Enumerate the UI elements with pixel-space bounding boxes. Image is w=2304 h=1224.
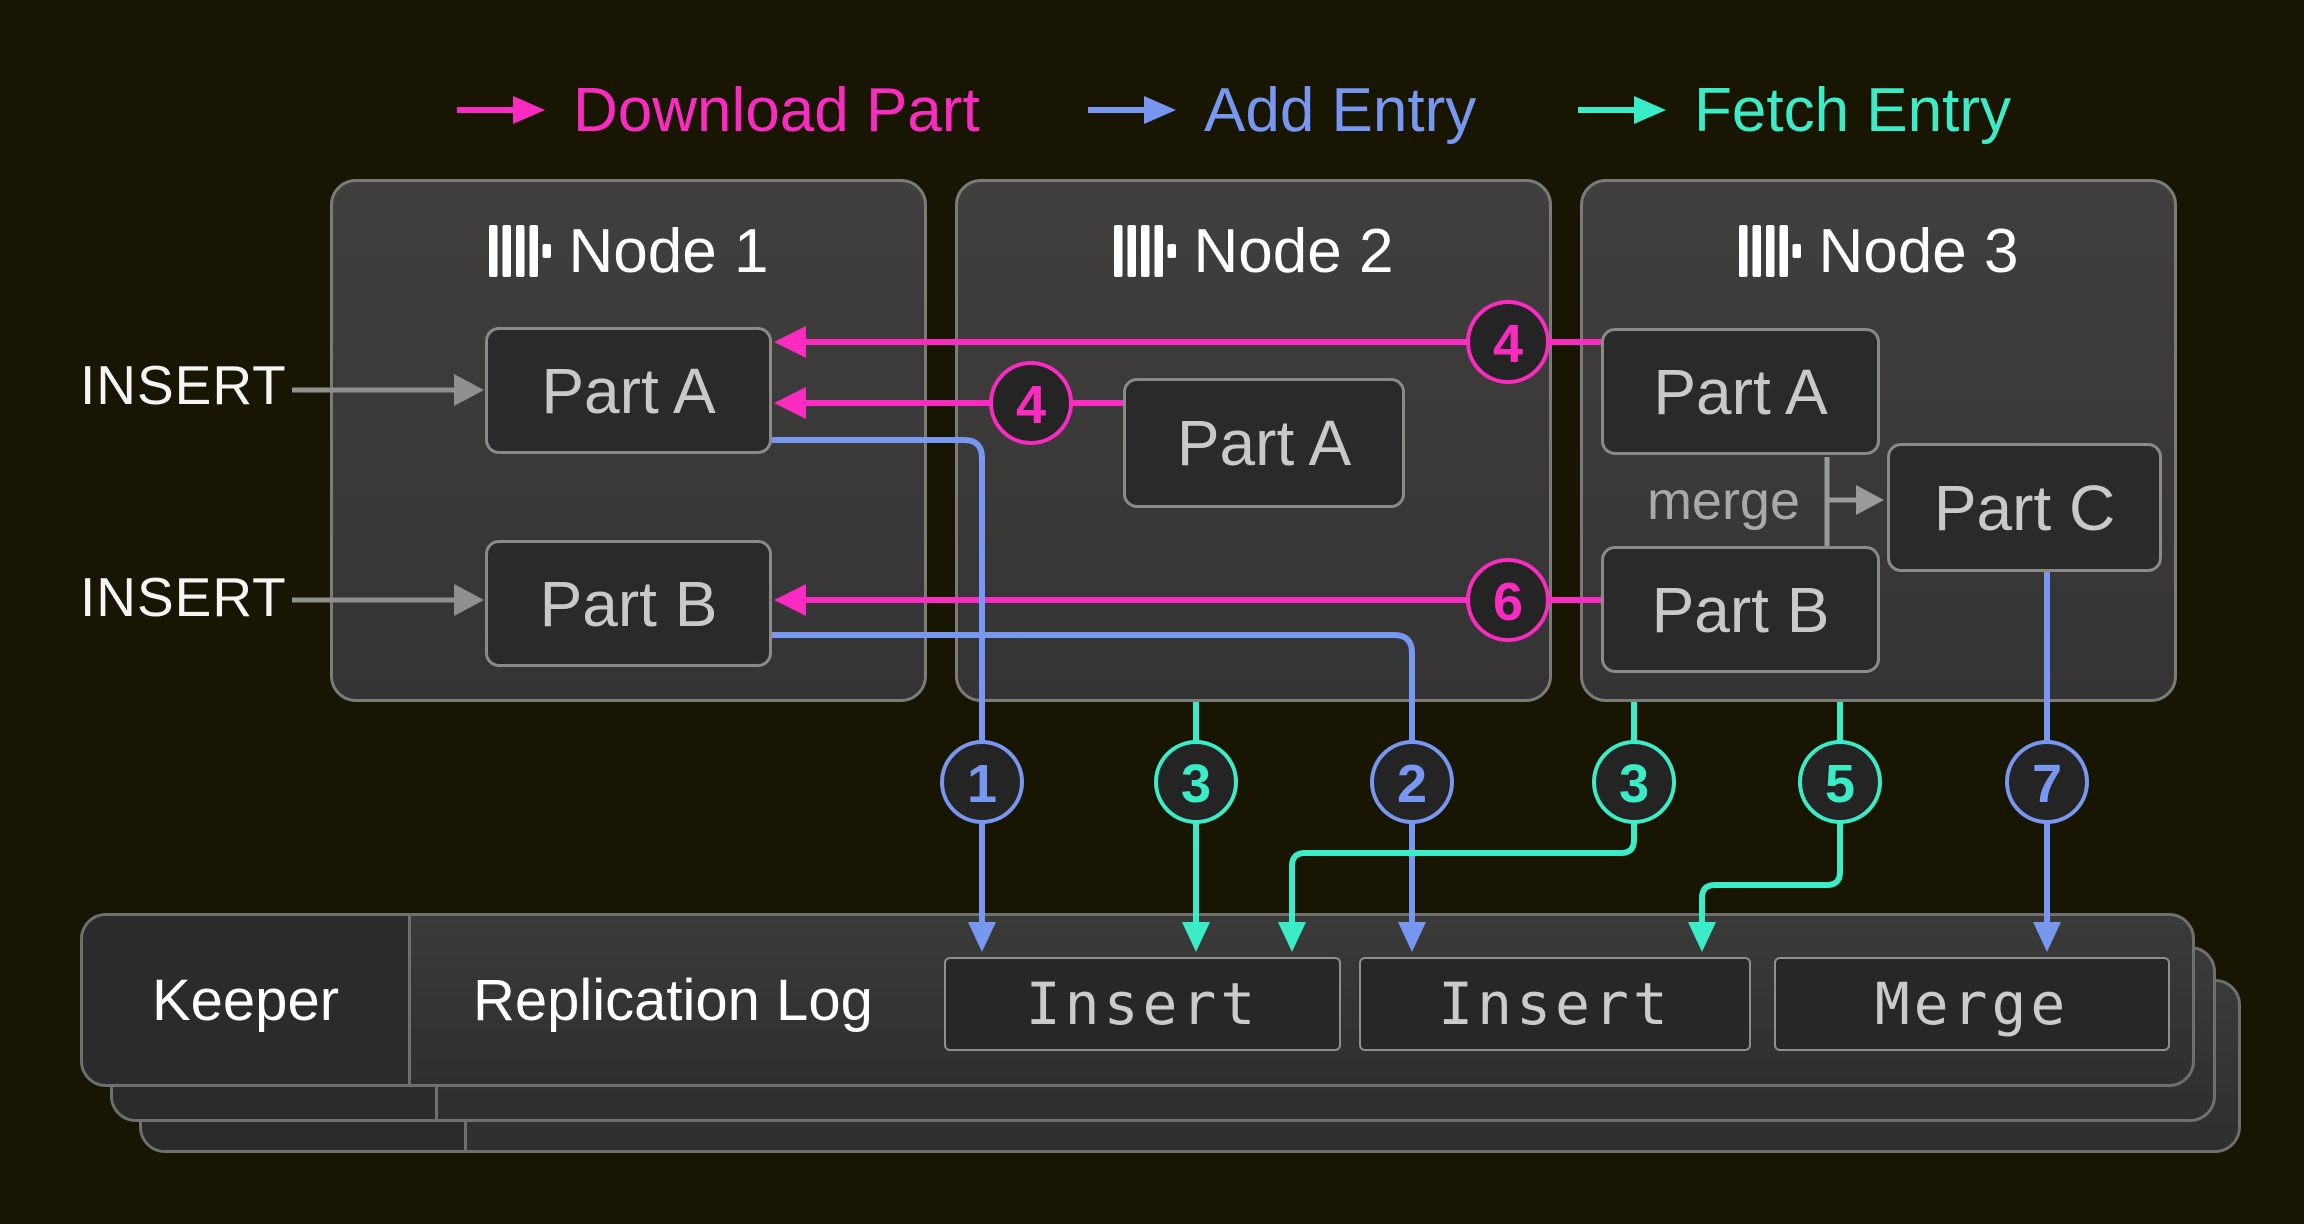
download-part-arrow-icon <box>455 94 547 126</box>
legend-item-add-entry: Add Entry <box>1086 76 1476 144</box>
svg-text:3: 3 <box>1181 754 1211 814</box>
merge-label: merge <box>1600 472 1800 530</box>
node1-part-b: Part B <box>485 540 772 667</box>
svg-text:1: 1 <box>967 754 997 814</box>
legend-item-fetch-entry: Fetch Entry <box>1576 76 2011 144</box>
keeper-section: Keeper <box>83 916 411 1084</box>
keeper-label: Keeper <box>152 967 339 1034</box>
node1-part-a: Part A <box>485 327 772 454</box>
log-entry-merge: Merge <box>1774 957 2170 1051</box>
node-2-title: Node 2 <box>958 216 1549 286</box>
node-3-label: Node 3 <box>1819 216 2019 287</box>
clickhouse-icon <box>1114 225 1176 277</box>
legend-item-download-part: Download Part <box>455 76 980 144</box>
add-entry-arrow-icon <box>1086 94 1178 126</box>
node-2-label: Node 2 <box>1194 216 1394 287</box>
step-badge-3b: 3 <box>1594 742 1674 822</box>
clickhouse-icon <box>1739 225 1801 277</box>
replication-diagram: Download Part Add Entry Fetch Entry INSE… <box>0 0 2304 1224</box>
insert-label-2: INSERT <box>80 566 300 628</box>
legend-label-add-entry: Add Entry <box>1204 75 1476 146</box>
step-badge-1: 1 <box>942 742 1022 822</box>
svg-text:2: 2 <box>1397 754 1427 814</box>
step-badge-5: 5 <box>1800 742 1880 822</box>
replication-log-title: Replication Log <box>473 916 873 1084</box>
node3-part-a: Part A <box>1601 328 1880 455</box>
svg-text:5: 5 <box>1825 754 1855 814</box>
step-badge-7: 7 <box>2007 742 2087 822</box>
legend-label-fetch-entry: Fetch Entry <box>1694 75 2011 146</box>
node-1-title: Node 1 <box>333 216 924 286</box>
svg-text:7: 7 <box>2032 754 2062 814</box>
node-3-title: Node 3 <box>1583 216 2174 286</box>
step-badge-2: 2 <box>1372 742 1452 822</box>
fetch-entry-arrow-icon <box>1576 94 1668 126</box>
insert-label-1: INSERT <box>80 354 300 416</box>
node-1-label: Node 1 <box>569 216 769 287</box>
log-entry-insert-2: Insert <box>1359 957 1751 1051</box>
step-badge-3a: 3 <box>1156 742 1236 822</box>
replication-log-bar: Keeper Replication Log Insert Insert Mer… <box>80 913 2195 1087</box>
clickhouse-icon <box>489 225 551 277</box>
legend-label-download-part: Download Part <box>573 75 980 146</box>
node3-part-b: Part B <box>1601 546 1880 673</box>
log-entry-insert-1: Insert <box>944 957 1341 1051</box>
node3-part-c: Part C <box>1887 443 2162 572</box>
node2-part-a: Part A <box>1123 378 1405 508</box>
svg-text:3: 3 <box>1619 754 1649 814</box>
